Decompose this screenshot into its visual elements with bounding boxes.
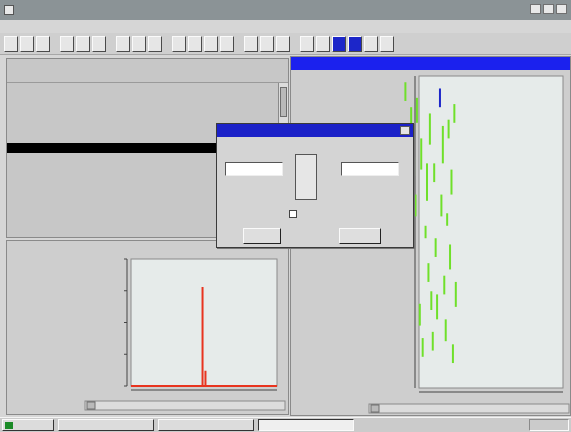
toolbar-button[interactable] [380,35,394,52]
windows-logo-icon [5,422,13,429]
toolbar-button[interactable] [276,35,290,52]
toolbar-button[interactable] [332,35,346,52]
menu-bar [0,20,571,33]
scroll-thumb[interactable] [86,401,96,410]
toolbar-button[interactable] [4,35,18,52]
menu-item[interactable] [196,22,218,32]
taskbar [0,417,571,432]
toolbar-button[interactable] [76,35,90,52]
option-checkbox[interactable] [289,210,297,218]
window-controls [530,4,567,14]
toolbar [0,33,571,55]
menu-item[interactable] [132,22,154,32]
spectrum-chart [84,258,286,411]
toolbar-button[interactable] [220,35,234,52]
toolbar-button[interactable] [60,35,74,52]
menu-item[interactable] [260,22,282,32]
plot-window-title[interactable] [291,57,570,70]
right-value-field[interactable] [341,162,399,176]
toolbar-button[interactable] [188,35,202,52]
horizontal-scrollbar[interactable] [368,403,570,414]
toolbar-button[interactable] [348,35,362,52]
settings-dialog [216,123,414,248]
option-list[interactable] [295,154,317,200]
menu-item[interactable] [100,22,122,32]
table-row[interactable] [7,103,288,113]
toolbar-button[interactable] [260,35,274,52]
table-row[interactable] [7,83,288,93]
spectrum-chart-pane [6,240,289,415]
taskbar-task[interactable] [58,419,154,431]
cancel-button[interactable] [339,228,381,244]
toolbar-button[interactable] [204,35,218,52]
toolbar-button[interactable] [20,35,34,52]
menu-item[interactable] [36,22,58,32]
taskbar-task-active[interactable] [258,419,354,431]
toolbar-button[interactable] [148,35,162,52]
toolbar-button[interactable] [300,35,314,52]
menu-item[interactable] [164,22,186,32]
close-button[interactable] [556,4,567,14]
menu-item[interactable] [228,22,250,32]
toolbar-button[interactable] [92,35,106,52]
window-titlebar [0,0,571,20]
menu-item[interactable] [68,22,90,32]
taskbar-task[interactable] [158,419,254,431]
toolbar-button[interactable] [172,35,186,52]
toolbar-button[interactable] [316,35,330,52]
scroll-thumb[interactable] [370,404,380,413]
ok-button[interactable] [243,228,281,244]
app-icon [4,5,14,15]
toolbar-button[interactable] [244,35,258,52]
minimize-button[interactable] [530,4,541,14]
plot-area [418,75,564,389]
toolbar-button[interactable] [36,35,50,52]
dialog-close-button[interactable] [400,126,410,135]
scroll-thumb[interactable] [280,87,287,117]
left-value-field[interactable] [225,162,283,176]
system-tray-clock [529,419,569,431]
maximize-button[interactable] [543,4,554,14]
table-row[interactable] [7,93,288,103]
table-header [7,59,288,83]
start-button[interactable] [2,419,54,431]
plot-area [130,258,278,387]
menu-item[interactable] [4,22,26,32]
dialog-titlebar[interactable] [217,124,413,137]
toolbar-button[interactable] [132,35,146,52]
table-row[interactable] [7,113,288,123]
toolbar-button[interactable] [364,35,378,52]
toolbar-button[interactable] [116,35,130,52]
horizontal-scrollbar[interactable] [84,400,286,411]
